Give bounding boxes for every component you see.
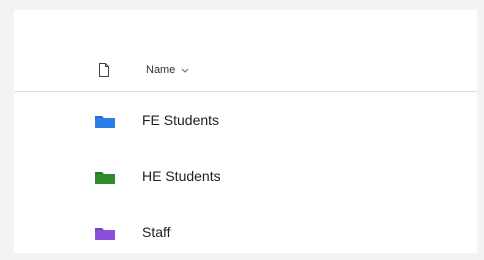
folder-icon: [95, 116, 115, 128]
folder-row-staff[interactable]: Staff: [14, 204, 477, 260]
file-type-icon[interactable]: [96, 62, 112, 78]
column-header-row: Name: [14, 50, 477, 90]
folder-name: FE Students: [142, 112, 220, 128]
chevron-down-icon: [181, 68, 189, 73]
folder-row-he-students[interactable]: HE Students: [14, 148, 477, 204]
folder-name: HE Students: [142, 168, 221, 184]
name-column-header[interactable]: Name: [146, 62, 189, 78]
folder-name: Staff: [142, 224, 171, 240]
folder-row-fe-students[interactable]: FE Students: [14, 92, 477, 148]
file-list-panel: Name FE Students HE Students Staff: [14, 10, 477, 253]
name-column-label: Name: [146, 64, 176, 76]
folder-icon: [95, 172, 115, 184]
folder-icon: [95, 228, 115, 240]
